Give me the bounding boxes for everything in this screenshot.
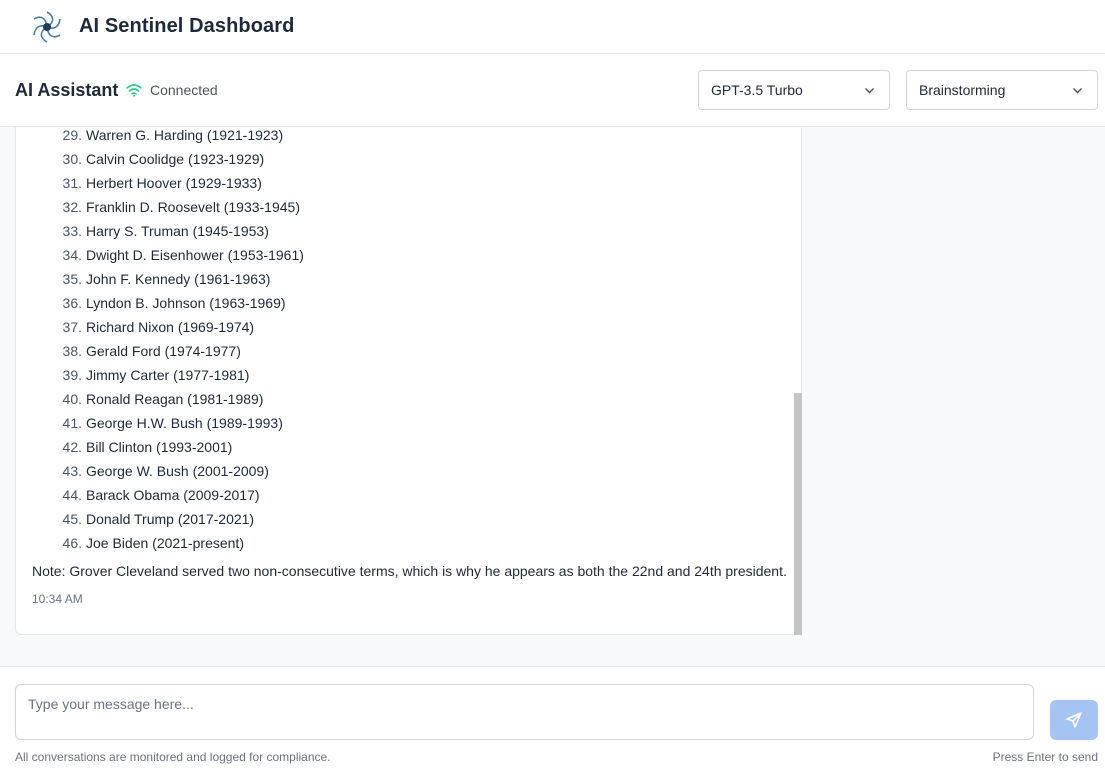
list-item-text: Donald Trump (2017-2021) [86,511,255,527]
list-item: 45. Donald Trump (2017-2021) [60,507,304,531]
presidents-list: 29. Warren G. Harding (1921-1923) 30. Calvi… [60,127,304,555]
assistant-message: 29. Warren G. Harding (1921-1923) 30. Calvi… [15,127,802,635]
wifi-icon [126,84,142,97]
list-item-number: 45. [62,511,82,527]
list-item-text: Franklin D. Roosevelt (1933-1945) [86,199,300,215]
list-item-text: Barack Obama (2009-2017) [86,487,260,503]
list-item-number: 32. [62,199,82,215]
send-icon [1066,712,1082,728]
compliance-notice: All conversations are monitored and logg… [15,750,331,764]
list-item-text: George W. Bush (2001-2009) [86,463,269,479]
list-item-number: 43. [62,463,82,479]
top-bar: AI Sentinel Dashboard [0,0,1105,54]
list-item-text: Gerald Ford (1974-1977) [86,343,241,359]
list-item: 40. Ronald Reagan (1981-1989) [60,387,304,411]
message-note: Note: Grover Cleveland served two non-co… [32,563,787,579]
connection-status-label: Connected [150,82,218,98]
list-item-text: Jimmy Carter (1977-1981) [86,367,250,383]
list-item: 34. Dwight D. Eisenhower (1953-1961) [60,243,304,267]
list-item-number: 37. [62,319,82,335]
list-item-number: 39. [62,367,82,383]
list-item-number: 42. [62,439,82,455]
list-item-text: Warren G. Harding (1921-1923) [86,127,284,143]
list-item: 44. Barack Obama (2009-2017) [60,483,304,507]
model-select-value: GPT-3.5 Turbo [711,82,803,98]
list-item-number: 31. [62,175,82,191]
list-item: 38. Gerald Ford (1974-1977) [60,339,304,363]
list-item-number: 36. [62,295,82,311]
list-item: 30. Calvin Coolidge (1923-1929) [60,147,304,171]
list-item-number: 38. [62,343,82,359]
list-item-number: 35. [62,271,82,287]
list-item: 46. Joe Biden (2021-present) [60,531,304,555]
list-item-text: Joe Biden (2021-present) [86,535,244,551]
chat-scrollbar[interactable] [794,393,802,635]
list-item-text: Richard Nixon (1969-1974) [86,319,255,335]
list-item: 35. John F. Kennedy (1961-1963) [60,267,304,291]
list-item-text: Calvin Coolidge (1923-1929) [86,151,265,167]
list-item-number: 30. [62,151,82,167]
list-item-text: Bill Clinton (1993-2001) [86,439,233,455]
list-item: 41. George H.W. Bush (1989-1993) [60,411,304,435]
list-item: 39. Jimmy Carter (1977-1981) [60,363,304,387]
connection-status: Connected [126,82,218,98]
send-hint: Press Enter to send [992,750,1098,764]
list-item-number: 41. [62,415,82,431]
list-item: 36. Lyndon B. Johnson (1963-1969) [60,291,304,315]
list-item: 29. Warren G. Harding (1921-1923) [60,127,304,147]
list-item-number: 34. [62,247,82,263]
chat-area[interactable]: 29. Warren G. Harding (1921-1923) 30. Calvi… [0,127,1105,667]
mode-select[interactable]: Brainstorming [906,70,1098,110]
list-item-text: Dwight D. Eisenhower (1953-1961) [86,247,304,263]
chat-header: AI Assistant Connected GPT-3.5 Turbo Bra… [0,54,1105,127]
app-title: AI Sentinel Dashboard [79,15,295,37]
list-item-number: 29. [62,127,82,143]
chevron-down-icon [865,88,874,94]
list-item-text: Lyndon B. Johnson (1963-1969) [86,295,286,311]
list-item-number: 44. [62,487,82,503]
list-item: 37. Richard Nixon (1969-1974) [60,315,304,339]
list-item: 32. Franklin D. Roosevelt (1933-1945) [60,195,304,219]
list-item: 42. Bill Clinton (1993-2001) [60,435,304,459]
page-title: AI Assistant [15,80,119,100]
model-select[interactable]: GPT-3.5 Turbo [698,70,890,110]
chevron-down-icon [1073,88,1082,94]
list-item-text: Herbert Hoover (1929-1933) [86,175,262,191]
list-item: 33. Harry S. Truman (1945-1953) [60,219,304,243]
send-button[interactable] [1050,700,1098,740]
list-item-text: George H.W. Bush (1989-1993) [86,415,283,431]
list-item: 43. George W. Bush (2001-2009) [60,459,304,483]
list-item-text: Harry S. Truman (1945-1953) [86,223,269,239]
app-logo-icon [28,8,66,46]
list-item-number: 33. [62,223,82,239]
message-timestamp: 10:34 AM [32,592,83,606]
list-item-number: 46. [62,535,82,551]
list-item-text: Ronald Reagan (1981-1989) [86,391,264,407]
mode-select-value: Brainstorming [919,82,1006,98]
list-item-text: John F. Kennedy (1961-1963) [86,271,271,287]
list-item: 31. Herbert Hoover (1929-1933) [60,171,304,195]
list-item-number: 40. [62,391,82,407]
message-input[interactable]: Type your message here... [15,684,1034,740]
